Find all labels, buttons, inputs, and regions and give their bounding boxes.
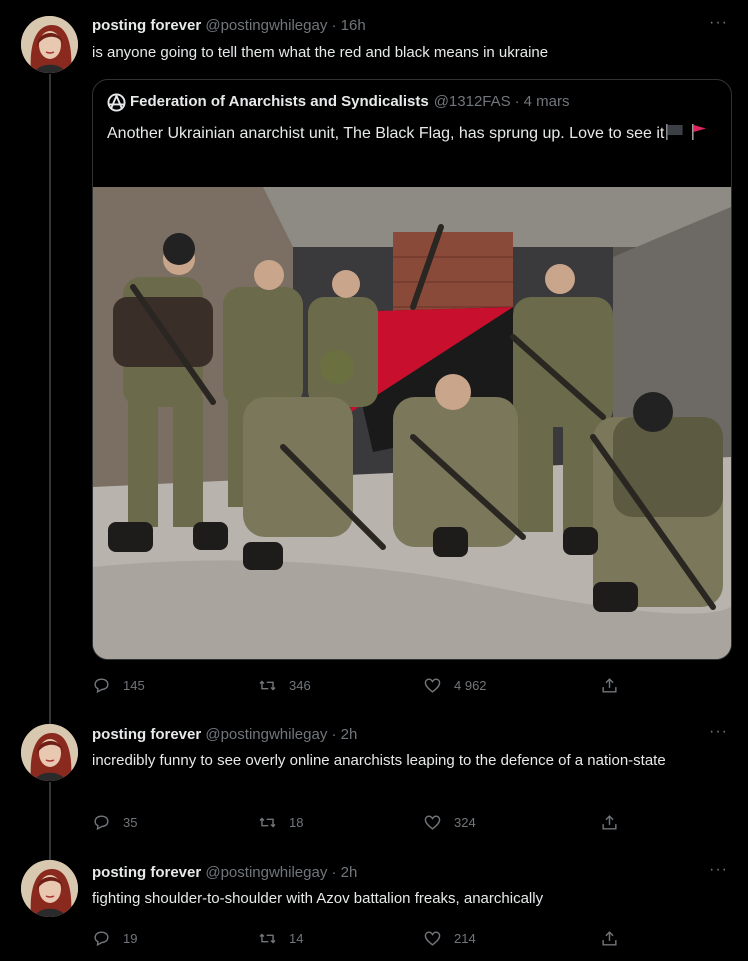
timestamp[interactable]: 2h — [341, 726, 358, 743]
separator: · — [331, 726, 337, 743]
tweet-header: posting forever @postingwhilegay · 16h — [92, 16, 366, 36]
separator: · — [331, 864, 337, 881]
like-button[interactable]: 214 — [423, 926, 476, 950]
quote-header: Federation of Anarchists and Syndicalist… — [107, 92, 569, 112]
reply-icon — [94, 930, 109, 946]
heart-icon — [424, 677, 441, 693]
share-button[interactable] — [600, 926, 631, 950]
tweet-1[interactable]: posting forever @postingwhilegay · 16h ·… — [0, 0, 748, 710]
quoted-tweet[interactable]: Federation of Anarchists and Syndicalist… — [92, 79, 732, 660]
reply-icon — [94, 814, 109, 830]
tweet-header: posting forever @postingwhilegay · 2h — [92, 863, 357, 883]
retweet-count: 18 — [289, 814, 304, 830]
quote-display-name[interactable]: Federation of Anarchists and Syndicalist… — [130, 92, 429, 112]
like-button[interactable]: 324 — [423, 810, 476, 834]
tweet-header: posting forever @postingwhilegay · 2h — [92, 725, 357, 745]
handle[interactable]: @postingwhilegay — [205, 864, 327, 881]
like-count: 4 962 — [454, 677, 487, 693]
tweet-actions: 35 18 324 — [92, 810, 632, 834]
handle[interactable]: @postingwhilegay — [205, 17, 327, 34]
retweet-icon — [259, 817, 276, 827]
quote-text: Another Ukrainian anarchist unit, The Bl… — [107, 122, 717, 148]
heart-icon — [424, 814, 441, 830]
retweet-button[interactable]: 18 — [258, 810, 303, 834]
share-icon — [602, 814, 617, 830]
reply-count: 145 — [123, 677, 145, 693]
black-flag-icon — [665, 123, 685, 148]
tweet-text: incredibly funny to see overly online an… — [92, 752, 666, 769]
heart-icon — [424, 930, 441, 946]
retweet-button[interactable]: 14 — [258, 926, 303, 950]
separator: · — [331, 17, 337, 34]
reply-button[interactable]: 145 — [92, 673, 145, 697]
retweet-count: 346 — [289, 677, 311, 693]
separator: · — [514, 93, 520, 110]
share-icon — [602, 930, 617, 946]
quote-text-body: Another Ukrainian anarchist unit, The Bl… — [107, 125, 665, 142]
timestamp[interactable]: 16h — [341, 17, 366, 34]
retweet-button[interactable]: 346 — [258, 673, 311, 697]
more-options-icon[interactable]: ··· — [709, 14, 728, 32]
anarchy-symbol-icon — [107, 92, 126, 112]
avatar[interactable] — [21, 16, 78, 73]
reply-count: 35 — [123, 814, 138, 830]
retweet-count: 14 — [289, 930, 304, 946]
reply-icon — [94, 677, 109, 693]
tweet-2[interactable]: posting forever @postingwhilegay · 2h ··… — [0, 710, 748, 846]
avatar[interactable] — [21, 860, 78, 917]
like-button[interactable]: 4 962 — [423, 673, 487, 697]
like-count: 324 — [454, 814, 476, 830]
share-icon — [602, 677, 617, 693]
display-name[interactable]: posting forever — [92, 864, 201, 881]
quote-photo[interactable] — [93, 187, 731, 659]
red-flag-icon — [691, 123, 709, 148]
timestamp[interactable]: 2h — [341, 864, 358, 881]
share-button[interactable] — [600, 673, 631, 697]
quote-timestamp[interactable]: 4 mars — [524, 92, 570, 112]
display-name[interactable]: posting forever — [92, 17, 201, 34]
reply-count: 19 — [123, 930, 138, 946]
display-name[interactable]: posting forever — [92, 726, 201, 743]
tweet-actions: 19 14 214 — [92, 926, 632, 950]
more-options-icon[interactable]: ··· — [709, 861, 728, 879]
reply-button[interactable]: 35 — [92, 810, 137, 834]
tweet-3[interactable]: posting forever @postingwhilegay · 2h ··… — [0, 846, 748, 961]
reply-button[interactable]: 19 — [92, 926, 137, 950]
handle[interactable]: @postingwhilegay — [205, 726, 327, 743]
quote-handle[interactable]: @1312FAS — [434, 92, 511, 112]
more-options-icon[interactable]: ··· — [709, 723, 728, 741]
retweet-icon — [259, 680, 276, 690]
like-count: 214 — [454, 930, 476, 946]
tweet-actions: 145 346 4 962 — [92, 673, 632, 697]
retweet-icon — [259, 933, 276, 943]
share-button[interactable] — [600, 810, 631, 834]
avatar[interactable] — [21, 724, 78, 781]
tweet-text: is anyone going to tell them what the re… — [92, 44, 549, 61]
tweet-text: fighting shoulder-to-shoulder with Azov … — [92, 890, 544, 907]
